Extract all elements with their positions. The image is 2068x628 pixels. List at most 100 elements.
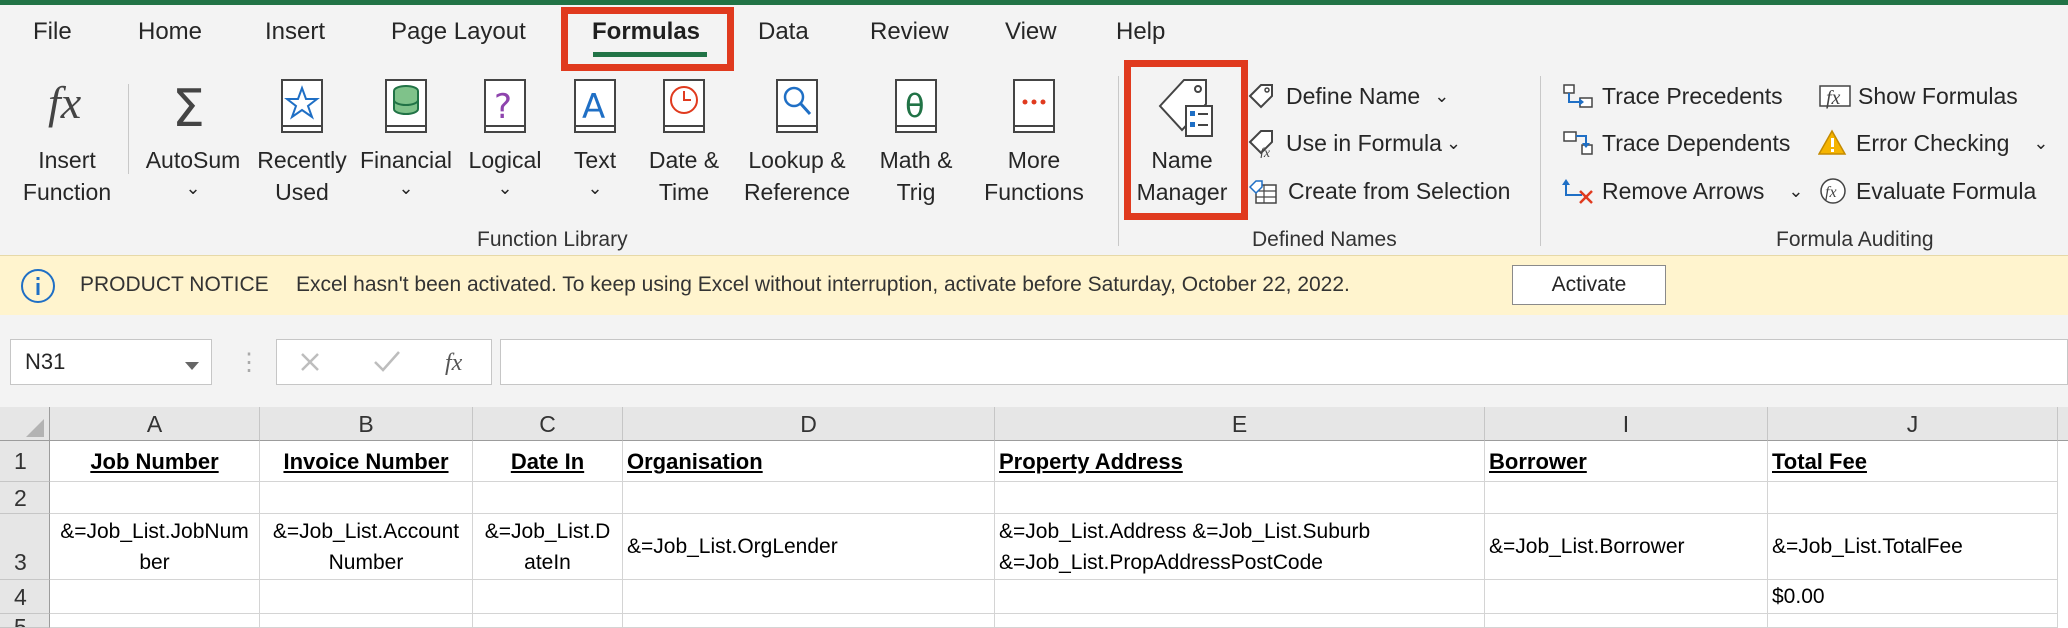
cell-c3[interactable]: &=Job_List.DateIn bbox=[473, 514, 623, 580]
cell-b1[interactable]: Invoice Number bbox=[260, 441, 473, 482]
tab-insert[interactable]: Insert bbox=[265, 18, 325, 46]
cell-i4[interactable] bbox=[1485, 580, 1768, 614]
trace-precedents-button[interactable]: Trace Precedents bbox=[1562, 80, 1783, 112]
name-box[interactable]: N31 bbox=[10, 339, 212, 385]
tab-view[interactable]: View bbox=[1005, 18, 1057, 46]
cell-j5[interactable] bbox=[1768, 614, 2058, 628]
question-book-icon: ? bbox=[482, 78, 528, 136]
cell-d2[interactable] bbox=[623, 482, 995, 514]
column-header-a[interactable]: A bbox=[50, 407, 260, 441]
tab-help[interactable]: Help bbox=[1116, 18, 1165, 46]
cell-e5[interactable] bbox=[995, 614, 1485, 628]
cell-i1[interactable]: Borrower bbox=[1485, 441, 1768, 482]
tab-page-layout[interactable]: Page Layout bbox=[391, 18, 526, 46]
error-checking-button[interactable]: Error Checking ⌄ bbox=[1818, 127, 2048, 159]
cell-j3[interactable]: &=Job_List.TotalFee bbox=[1768, 514, 2058, 580]
trace-precedents-icon bbox=[1562, 82, 1594, 110]
cell-d1[interactable]: Organisation bbox=[623, 441, 995, 482]
cell-d5[interactable] bbox=[623, 614, 995, 628]
date-time-button[interactable]: Date & Time bbox=[636, 76, 732, 206]
remove-arrows-button[interactable]: Remove Arrows ⌄ bbox=[1562, 175, 1803, 207]
insert-function-button[interactable]: fx Insert Function bbox=[8, 76, 126, 206]
row-header-5[interactable]: 5 bbox=[0, 614, 50, 628]
cell-i5[interactable] bbox=[1485, 614, 1768, 628]
column-header-b[interactable]: B bbox=[260, 407, 473, 441]
more-functions-button[interactable]: More Functions bbox=[968, 76, 1100, 206]
cell-j4[interactable]: $0.00 bbox=[1768, 580, 2058, 614]
column-header-e[interactable]: E bbox=[995, 407, 1485, 441]
chevron-down-icon: ⌄ bbox=[1788, 180, 1804, 201]
row-header-2[interactable]: 2 bbox=[0, 482, 50, 514]
drag-handle-icon[interactable]: ⋮ bbox=[237, 348, 261, 377]
cell-a4[interactable] bbox=[50, 580, 260, 614]
cell-c5[interactable] bbox=[473, 614, 623, 628]
cell-d4[interactable] bbox=[623, 580, 995, 614]
text-button[interactable]: A Text ⌄ bbox=[556, 76, 634, 206]
cell-j1[interactable]: Total Fee bbox=[1768, 441, 2058, 482]
remove-arrows-label: Remove Arrows bbox=[1602, 177, 1765, 204]
define-name-button[interactable]: Define Name ⌄ bbox=[1248, 80, 1449, 112]
cell-a1[interactable]: Job Number bbox=[50, 441, 260, 482]
math-trig-button[interactable]: θ Math & Trig bbox=[866, 76, 966, 206]
cell-i2[interactable] bbox=[1485, 482, 1768, 514]
column-header-i[interactable]: I bbox=[1485, 407, 1768, 441]
trace-dependents-button[interactable]: Trace Dependents bbox=[1562, 127, 1790, 159]
formulas-tab-highlight bbox=[561, 7, 734, 71]
cell-e3[interactable]: &=Job_List.Address &=Job_List.Suburb &=J… bbox=[995, 514, 1485, 580]
activate-button[interactable]: Activate bbox=[1512, 265, 1666, 305]
cell-e1[interactable]: Property Address bbox=[995, 441, 1485, 482]
logical-button[interactable]: ? Logical ⌄ bbox=[458, 76, 552, 206]
cell-a3[interactable]: &=Job_List.JobNumber bbox=[50, 514, 260, 580]
cell-i3[interactable]: &=Job_List.Borrower bbox=[1485, 514, 1768, 580]
chevron-down-icon: ⌄ bbox=[2033, 132, 2049, 153]
formula-input[interactable] bbox=[500, 339, 2068, 385]
cell-a2[interactable] bbox=[50, 482, 260, 514]
row-header-3[interactable]: 3 bbox=[0, 514, 50, 580]
column-header-c[interactable]: C bbox=[473, 407, 623, 441]
cancel-icon[interactable] bbox=[297, 346, 323, 381]
select-all-button[interactable] bbox=[0, 407, 50, 441]
cell-b2[interactable] bbox=[260, 482, 473, 514]
tab-data[interactable]: Data bbox=[758, 18, 809, 46]
cell-e4[interactable] bbox=[995, 580, 1485, 614]
column-header-j[interactable]: J bbox=[1768, 407, 2058, 441]
create-from-selection-button[interactable]: Create from Selection bbox=[1248, 175, 1510, 207]
cell-b3[interactable]: &=Job_List.AccountNumber bbox=[260, 514, 473, 580]
cell-j2[interactable] bbox=[1768, 482, 2058, 514]
column-header-next[interactable] bbox=[2058, 407, 2068, 441]
column-header-d[interactable]: D bbox=[623, 407, 995, 441]
recently-used-button[interactable]: Recently Used bbox=[252, 76, 352, 206]
tab-review[interactable]: Review bbox=[870, 18, 949, 46]
enter-check-icon[interactable] bbox=[372, 346, 402, 381]
group-separator bbox=[1540, 76, 1541, 246]
autosum-button[interactable]: Σ AutoSum ⌄ bbox=[138, 76, 248, 206]
evaluate-formula-icon: fx bbox=[1818, 176, 1848, 206]
cell-c4[interactable] bbox=[473, 580, 623, 614]
more-book-icon bbox=[1011, 78, 1057, 136]
row-header-4[interactable]: 4 bbox=[0, 580, 50, 614]
tab-home[interactable]: Home bbox=[138, 18, 202, 46]
evaluate-formula-button[interactable]: fx Evaluate Formula bbox=[1818, 175, 2036, 207]
financial-button[interactable]: Financial ⌄ bbox=[356, 76, 456, 206]
cell-d3[interactable]: &=Job_List.OrgLender bbox=[623, 514, 995, 580]
info-icon bbox=[20, 268, 56, 304]
cell-c2[interactable] bbox=[473, 482, 623, 514]
cell-b4[interactable] bbox=[260, 580, 473, 614]
cell-e2[interactable] bbox=[995, 482, 1485, 514]
svg-text:θ: θ bbox=[905, 87, 925, 125]
use-in-formula-label: Use in Formula bbox=[1286, 129, 1442, 156]
show-formulas-button[interactable]: fx Show Formulas bbox=[1818, 80, 2018, 112]
lookup-reference-button[interactable]: Lookup & Reference bbox=[732, 76, 862, 206]
group-separator bbox=[1118, 76, 1119, 246]
defined-names-group-label: Defined Names bbox=[1252, 228, 1397, 251]
insert-function-fx-icon[interactable]: fx bbox=[443, 344, 473, 383]
cell-b5[interactable] bbox=[260, 614, 473, 628]
cell-c1[interactable]: Date In bbox=[473, 441, 623, 482]
create-from-selection-label: Create from Selection bbox=[1288, 177, 1511, 204]
chevron-down-icon: ⌄ bbox=[1434, 85, 1450, 106]
use-in-formula-button[interactable]: fx Use in Formula ⌄ bbox=[1248, 127, 1461, 159]
tab-file[interactable]: File bbox=[33, 18, 72, 46]
row-header-1[interactable]: 1 bbox=[0, 441, 50, 482]
chevron-down-icon: ⌄ bbox=[398, 178, 414, 198]
cell-a5[interactable] bbox=[50, 614, 260, 628]
